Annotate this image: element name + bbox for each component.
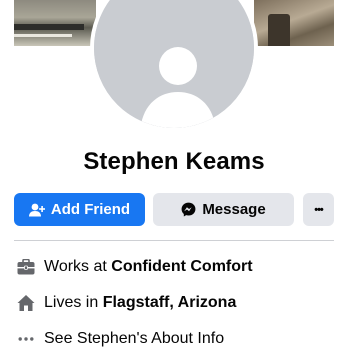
- cover-photo-right-part: [254, 0, 334, 46]
- info-row-work: Works at Confident Comfort: [16, 256, 253, 278]
- work-prefix: Works at: [44, 258, 107, 275]
- about-info-link[interactable]: See Stephen's About Info: [44, 330, 224, 348]
- work-place-link[interactable]: Confident Comfort: [111, 258, 252, 276]
- briefcase-icon: [16, 257, 36, 277]
- add-friend-button[interactable]: Add Friend: [14, 193, 145, 226]
- ellipsis-icon: [16, 329, 36, 349]
- profile-picture[interactable]: [90, 0, 258, 132]
- lives-place-link[interactable]: Flagstaff, Arizona: [103, 294, 237, 312]
- message-label: Message: [202, 201, 266, 218]
- divider: [14, 240, 334, 241]
- lives-prefix: Lives in: [44, 294, 99, 311]
- profile-name: Stephen Keams: [83, 148, 265, 175]
- home-icon: [16, 293, 36, 313]
- add-friend-label: Add Friend: [50, 201, 131, 218]
- person-plus-icon: [28, 203, 45, 217]
- info-row-lives: Lives in Flagstaff, Arizona: [16, 292, 236, 314]
- default-avatar-icon: [94, 0, 254, 128]
- message-button[interactable]: Message: [153, 193, 294, 226]
- more-dots-icon: •••: [314, 203, 324, 216]
- cover-photo-left-part: [14, 0, 96, 46]
- more-options-button[interactable]: •••: [303, 193, 334, 226]
- info-row-about[interactable]: See Stephen's About Info: [16, 328, 224, 350]
- messenger-icon: [181, 202, 196, 217]
